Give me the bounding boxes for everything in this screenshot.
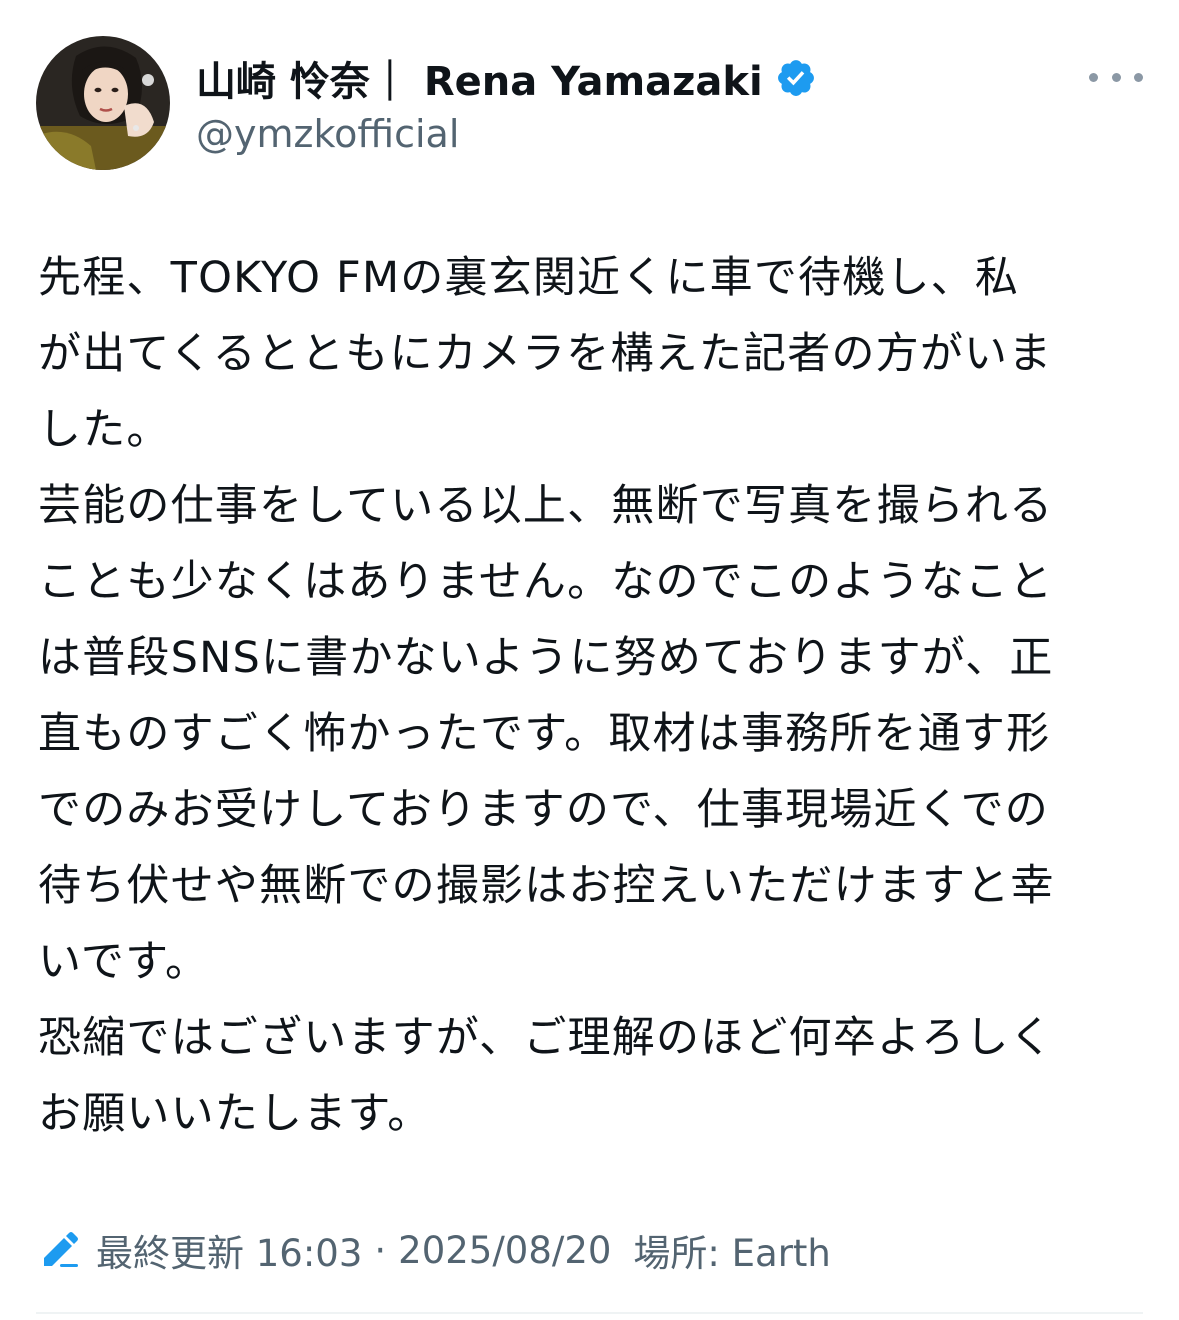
post-text-line: 待ち伏せや無断での撮影はお控えいただけますと幸 [38,861,1055,911]
verified-badge-icon [775,57,817,99]
avatar[interactable] [36,36,170,170]
more-dot [1111,72,1121,82]
post-location: 場所: Earth [633,1232,831,1275]
author-info: 山崎 怜奈｜ Rena Yamazaki @ymzkofficial [196,50,817,156]
meta-separator: · [374,1228,387,1272]
post-text: 先程、TOKYO FMの裏玄関近くに車で待機し、私 が出てくるとともにカメラを構… [38,240,1148,1152]
post-text-line: した。 [38,405,171,455]
post-text-line: は普段SNSに書かないように努めておりますが、正 [38,633,1054,683]
post-text-line: お願いいたします。 [38,1089,432,1139]
divider [36,1312,1143,1314]
post-text-line: でのみお受けしておりますので、仕事現場近くでの [38,785,1050,835]
author-name-row[interactable]: 山崎 怜奈｜ Rena Yamazaki [196,50,817,106]
post-text-line: 先程、TOKYO FMの裏玄関近くに車で待機し、私 [38,253,1020,303]
more-dot [1134,72,1143,82]
edited-timestamp[interactable]: 最終更新 16:03 [96,1223,362,1277]
post-text-line: 直ものすごく怖かったです。取材は事務所を通す形 [38,709,1051,759]
post-date[interactable]: 2025/08/20 [398,1229,611,1272]
post-text-line: が出てくるとともにカメラを構えた記者の方がいま [38,329,1053,379]
post-meta: 最終更新 16:03 · 2025/08/20 場所: Earth [38,1222,831,1278]
edit-pencil-icon[interactable] [38,1228,82,1272]
author-handle[interactable]: @ymzkofficial [196,112,817,156]
post-text-line: いです。 [38,937,210,987]
author-display-name[interactable]: 山崎 怜奈｜ Rena Yamazaki [196,49,763,107]
avatar-photo [36,36,170,170]
more-dot [1089,72,1098,82]
post-text-line: 芸能の仕事をしている以上、無断で写真を撮られる [38,481,1054,531]
post-text-line: ことも少なくはありません。なのでこのようなこと [38,557,1054,607]
post-header: 山崎 怜奈｜ Rena Yamazaki @ymzkofficial [36,36,1143,172]
more-horizontal-icon[interactable] [1089,62,1143,92]
post-text-line: 恐縮ではございますが、ご理解のほど何卒よろしく [38,1013,1054,1063]
